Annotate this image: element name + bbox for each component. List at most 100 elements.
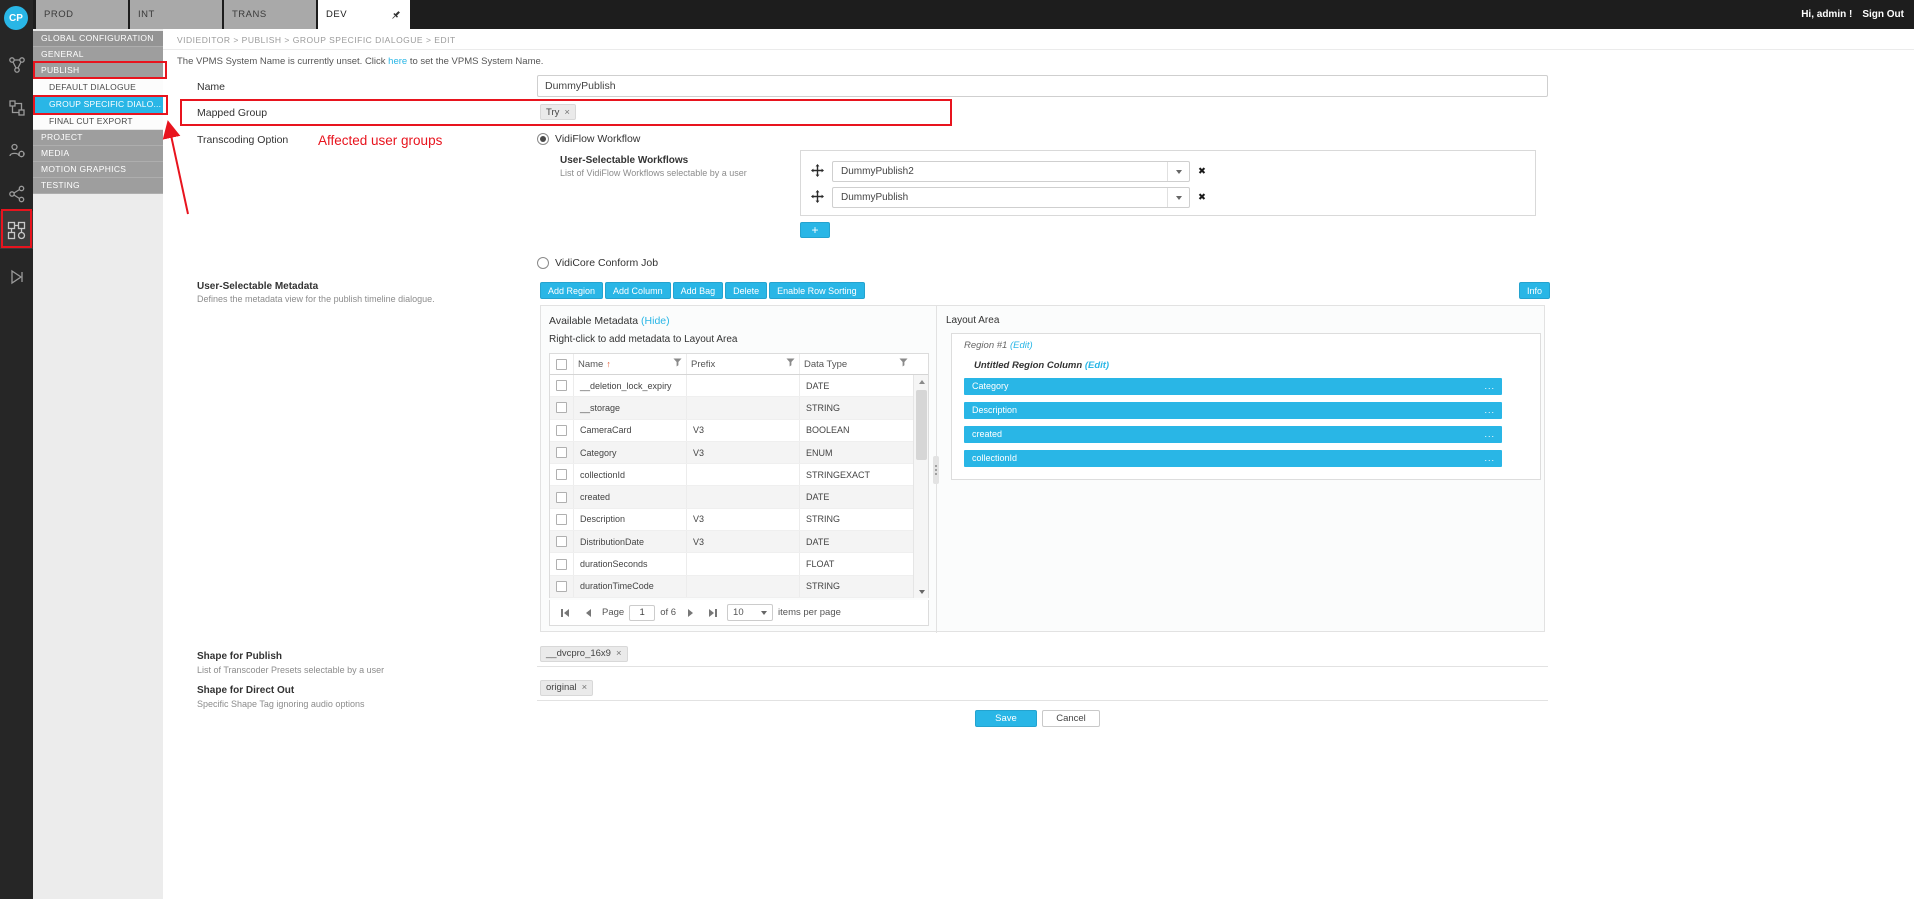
remove-workflow-2-icon[interactable] xyxy=(1198,192,1206,203)
user-selectable-metadata-subtitle: Defines the metadata view for the publis… xyxy=(197,294,435,304)
add-column-button[interactable]: Add Column xyxy=(605,282,671,299)
delete-button[interactable]: Delete xyxy=(725,282,767,299)
shape-for-publish-field[interactable]: __dvcpro_16x9 xyxy=(537,641,1548,667)
first-page-button[interactable] xyxy=(556,605,574,621)
row-checkbox[interactable] xyxy=(556,536,567,547)
scroll-down-icon[interactable] xyxy=(914,585,929,598)
tab-prod[interactable]: PROD xyxy=(36,0,128,29)
workflow-select-2[interactable]: DummyPublish xyxy=(832,187,1190,208)
sidebar-item-project[interactable]: PROJECT xyxy=(33,130,163,146)
app-logo[interactable]: CP xyxy=(4,6,28,30)
hide-link[interactable]: (Hide) xyxy=(641,315,670,327)
filter-icon[interactable] xyxy=(673,358,682,370)
row-checkbox[interactable] xyxy=(556,447,567,458)
tab-dev[interactable]: DEV xyxy=(318,0,410,29)
splitter-handle[interactable] xyxy=(933,456,939,484)
table-row[interactable]: CategoryV3ENUM xyxy=(550,442,915,464)
notice-here-link[interactable]: here xyxy=(388,56,407,67)
field-options-icon[interactable] xyxy=(1484,426,1495,443)
sidebar-item-general[interactable]: GENERAL xyxy=(33,47,163,63)
name-input[interactable] xyxy=(537,75,1548,97)
table-row[interactable]: __deletion_lock_expiryDATE xyxy=(550,375,915,397)
workflow-select-1[interactable]: DummyPublish2 xyxy=(832,161,1190,182)
chevron-down-icon[interactable] xyxy=(1167,162,1189,181)
sidebar-item-media[interactable]: MEDIA xyxy=(33,146,163,162)
cancel-button[interactable]: Cancel xyxy=(1042,710,1100,727)
shape-publish-tag[interactable]: __dvcpro_16x9 xyxy=(540,646,628,662)
add-region-button[interactable]: Add Region xyxy=(540,282,603,299)
tab-int[interactable]: INT xyxy=(130,0,222,29)
sidebar-item-publish[interactable]: PUBLISH xyxy=(33,63,163,79)
rail-workflow-icon[interactable] xyxy=(0,46,33,84)
table-row[interactable]: durationSecondsFLOAT xyxy=(550,553,915,575)
info-button[interactable]: Info xyxy=(1519,282,1550,299)
field-options-icon[interactable] xyxy=(1484,450,1495,467)
column-header-name[interactable]: Name xyxy=(574,354,687,374)
scrollbar-thumb[interactable] xyxy=(916,390,927,460)
table-row[interactable]: createdDATE xyxy=(550,486,915,508)
save-button[interactable]: Save xyxy=(975,710,1037,727)
row-checkbox[interactable] xyxy=(556,514,567,525)
filter-icon[interactable] xyxy=(786,358,795,370)
layout-field-category[interactable]: Category xyxy=(964,378,1502,395)
region-edit-link[interactable]: (Edit) xyxy=(1010,340,1033,351)
sidebar-item-global-configuration[interactable]: GLOBAL CONFIGURATION xyxy=(33,31,163,47)
remove-workflow-1-icon[interactable] xyxy=(1198,166,1206,177)
table-row[interactable]: collectionIdSTRINGEXACT xyxy=(550,464,915,486)
scroll-up-icon[interactable] xyxy=(914,375,929,388)
page-number-input[interactable] xyxy=(629,605,655,621)
radio-vidicore-conform-job[interactable] xyxy=(537,257,549,269)
row-checkbox[interactable] xyxy=(556,402,567,413)
table-row[interactable]: DescriptionV3STRING xyxy=(550,509,915,531)
rail-run-icon[interactable] xyxy=(0,258,33,296)
row-checkbox[interactable] xyxy=(556,380,567,391)
shape-direct-tag[interactable]: original xyxy=(540,680,593,696)
row-checkbox[interactable] xyxy=(556,559,567,570)
sign-out-link[interactable]: Sign Out xyxy=(1862,9,1904,20)
rail-user-settings-icon[interactable] xyxy=(0,132,33,170)
row-checkbox[interactable] xyxy=(556,581,567,592)
tab-trans[interactable]: TRANS xyxy=(224,0,316,29)
region-column-edit-link[interactable]: (Edit) xyxy=(1085,360,1109,371)
rail-share-icon[interactable] xyxy=(0,175,33,213)
column-header-datatype[interactable]: Data Type xyxy=(800,354,912,374)
filter-icon[interactable] xyxy=(899,358,908,370)
grid-scrollbar[interactable] xyxy=(913,375,928,598)
sidebar-item-group-specific-dialogue[interactable]: GROUP SPECIFIC DIALO... xyxy=(33,96,163,113)
layout-field-collectionid[interactable]: collectionId xyxy=(964,450,1502,467)
rail-configuration-icon[interactable] xyxy=(0,211,33,249)
column-header-prefix[interactable]: Prefix xyxy=(687,354,800,374)
rail-pipeline-icon[interactable] xyxy=(0,89,33,127)
add-bag-button[interactable]: Add Bag xyxy=(673,282,724,299)
sidebar-item-testing[interactable]: TESTING xyxy=(33,178,163,194)
table-row[interactable]: __storageSTRING xyxy=(550,397,915,419)
table-row[interactable]: durationTimeCodeSTRING xyxy=(550,576,915,598)
pin-icon[interactable] xyxy=(390,9,402,21)
drag-handle-icon[interactable] xyxy=(811,164,824,180)
row-checkbox[interactable] xyxy=(556,492,567,503)
next-page-button[interactable] xyxy=(681,605,699,621)
table-row[interactable]: DistributionDateV3DATE xyxy=(550,531,915,553)
radio-vidiflow-workflow[interactable] xyxy=(537,133,549,145)
drag-handle-icon[interactable] xyxy=(811,190,824,206)
top-bar: PROD INT TRANS DEV Hi, admin ! Sign Out xyxy=(33,0,1914,29)
page-size-select[interactable]: 10 xyxy=(727,604,773,621)
table-row[interactable]: CameraCardV3BOOLEAN xyxy=(550,420,915,442)
enable-row-sorting-button[interactable]: Enable Row Sorting xyxy=(769,282,865,299)
previous-page-button[interactable] xyxy=(579,605,597,621)
field-options-icon[interactable] xyxy=(1484,402,1495,419)
field-options-icon[interactable] xyxy=(1484,378,1495,395)
sidebar-item-final-cut-export[interactable]: FINAL CUT EXPORT xyxy=(33,113,163,130)
last-page-button[interactable] xyxy=(704,605,722,621)
shape-for-direct-out-field[interactable]: original xyxy=(537,675,1548,701)
chevron-down-icon[interactable] xyxy=(1167,188,1189,207)
add-workflow-button[interactable] xyxy=(800,222,830,238)
row-checkbox[interactable] xyxy=(556,469,567,480)
layout-field-description[interactable]: Description xyxy=(964,402,1502,419)
sidebar-item-motion-graphics[interactable]: MOTION GRAPHICS xyxy=(33,162,163,178)
sidebar-item-default-dialogue[interactable]: DEFAULT DIALOGUE xyxy=(33,79,163,96)
row-checkbox[interactable] xyxy=(556,425,567,436)
mapped-group-tag[interactable]: Try xyxy=(540,104,576,120)
layout-field-created[interactable]: created xyxy=(964,426,1502,443)
select-all-checkbox[interactable] xyxy=(556,359,567,370)
